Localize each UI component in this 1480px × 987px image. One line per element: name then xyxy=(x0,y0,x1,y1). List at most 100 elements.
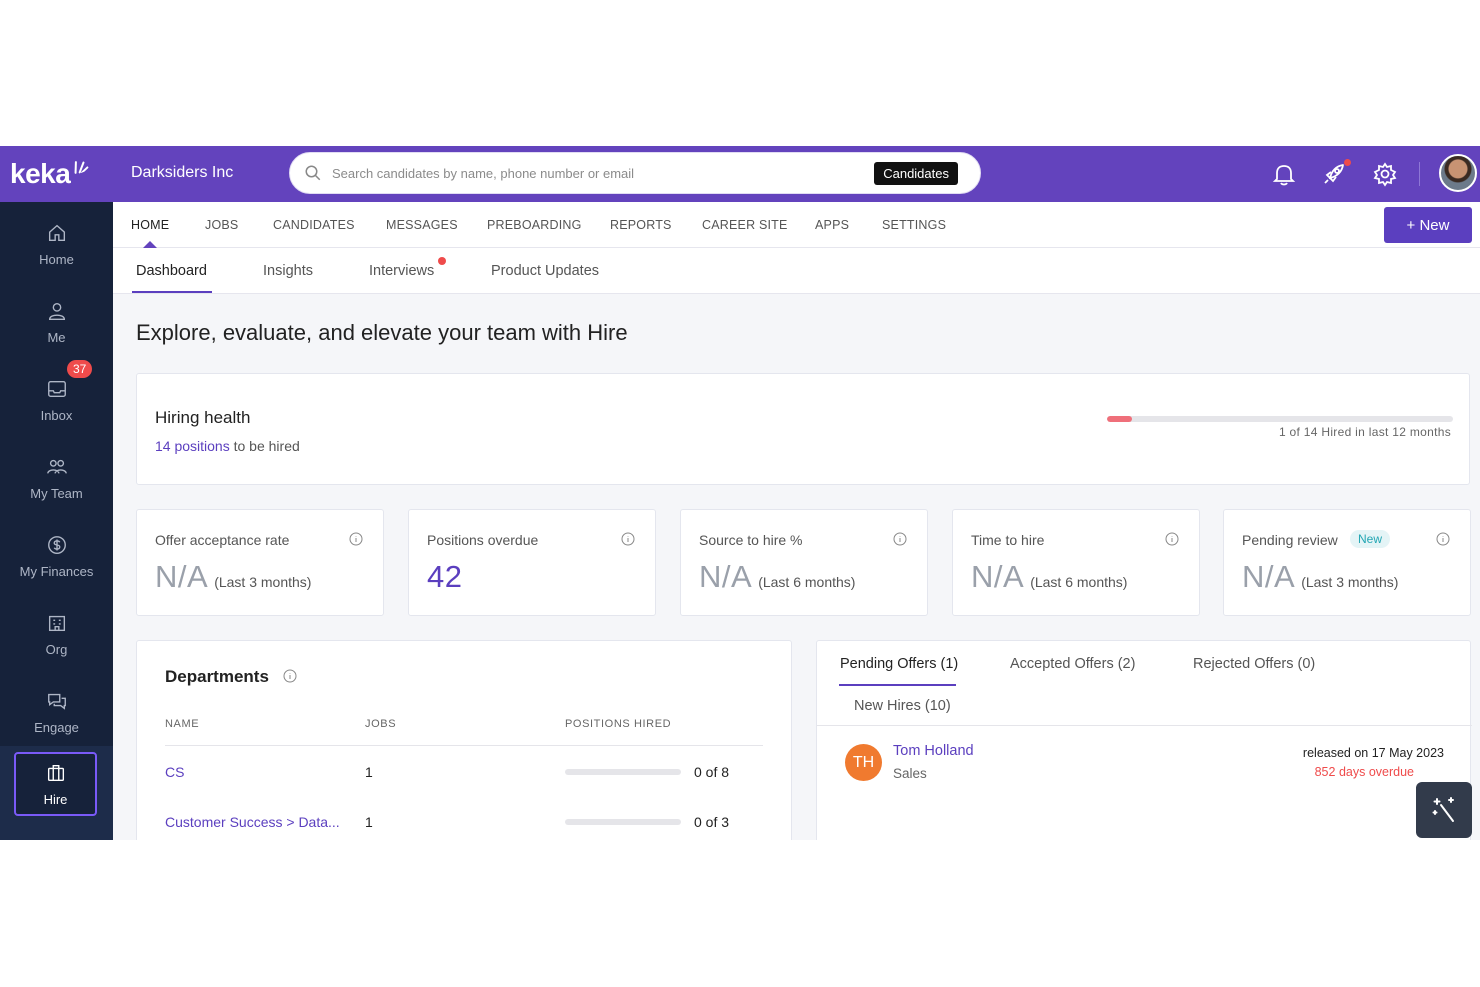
search-scope-button[interactable]: Candidates xyxy=(874,162,958,185)
positions-suffix: to be hired xyxy=(233,438,300,454)
sidebar-item-my-team[interactable]: My Team xyxy=(0,442,113,514)
sidebar-item-label: Home xyxy=(39,251,74,267)
tab-rejected-offers[interactable]: Rejected Offers (0) xyxy=(1193,656,1315,672)
search-box[interactable]: Candidates xyxy=(289,152,981,194)
offers-divider xyxy=(817,725,1472,726)
gear-icon[interactable] xyxy=(1371,160,1399,188)
interviews-notification-dot xyxy=(438,257,446,265)
tab-new-hires[interactable]: New Hires (10) xyxy=(854,698,951,714)
user-avatar[interactable] xyxy=(1439,154,1477,192)
org-name[interactable]: Darksiders Inc xyxy=(131,164,233,182)
tab-accepted-offers[interactable]: Accepted Offers (2) xyxy=(1010,656,1135,672)
nav-settings[interactable]: SETTINGS xyxy=(882,218,946,232)
sidebar-item-home[interactable]: Home xyxy=(0,208,113,280)
sidebar-item-label: Me xyxy=(47,329,66,345)
nav-apps[interactable]: APPS xyxy=(815,218,849,232)
sidebar-item-label: My Finances xyxy=(19,563,94,579)
metric-label: Time to hire xyxy=(971,532,1045,548)
nav-preboarding[interactable]: PREBOARDING xyxy=(487,218,582,232)
tab-dashboard[interactable]: Dashboard xyxy=(136,263,207,279)
positions-progress-bar xyxy=(565,819,681,825)
department-name-link[interactable]: Customer Success > Data... xyxy=(165,814,340,830)
active-offer-tab-underline xyxy=(839,684,956,686)
offer-release-date: released on 17 May 2023 xyxy=(1302,746,1444,760)
page-title: Explore, evaluate, and elevate your team… xyxy=(136,320,628,345)
metric-card-time-to-hire[interactable]: Time to hire N/A (Last 6 months) xyxy=(952,509,1200,616)
metric-value: N/A (Last 6 months) xyxy=(699,559,855,595)
dollar-icon xyxy=(47,535,66,554)
nav-home[interactable]: HOME xyxy=(131,218,169,232)
search-input[interactable] xyxy=(332,165,852,181)
metric-label: Source to hire % xyxy=(699,532,803,548)
hiring-progress-fill xyxy=(1107,416,1132,422)
hiring-health-title: Hiring health xyxy=(155,408,251,427)
notification-dot xyxy=(1343,158,1352,167)
info-icon[interactable] xyxy=(1436,532,1450,546)
top-bar: Darksiders Inc Candidates xyxy=(113,146,1480,202)
tab-insights[interactable]: Insights xyxy=(263,263,313,279)
tab-product-updates[interactable]: Product Updates xyxy=(491,263,599,279)
briefcase-icon xyxy=(47,764,64,781)
new-badge: New xyxy=(1350,530,1391,548)
tab-interviews[interactable]: Interviews xyxy=(369,263,434,279)
metric-card-offer-acceptance[interactable]: Offer acceptance rate N/A (Last 3 months) xyxy=(136,509,384,616)
metric-number: N/A xyxy=(699,559,753,594)
sidebar-item-engage[interactable]: Engage xyxy=(0,676,113,748)
sidebar-item-label: Inbox xyxy=(40,407,73,423)
departments-title: Departments xyxy=(165,667,269,686)
info-icon[interactable] xyxy=(621,532,635,546)
sidebar-item-label: Hire xyxy=(43,791,68,807)
sidebar-item-org[interactable]: Org xyxy=(0,598,113,670)
metric-number: N/A xyxy=(1242,559,1296,594)
inbox-badge: 37 xyxy=(67,360,93,378)
metric-period: (Last 6 months) xyxy=(1030,574,1128,590)
positions-link[interactable]: 14 positions xyxy=(155,438,230,454)
positions-progress-bar xyxy=(565,769,681,775)
metric-value: 42 xyxy=(427,559,462,595)
keka-logo[interactable]: keka xyxy=(0,146,113,202)
positions-hired-value: 0 of 8 xyxy=(694,764,730,780)
ai-assistant-button[interactable] xyxy=(1416,782,1472,838)
metric-card-source-to-hire[interactable]: Source to hire % N/A (Last 6 months) xyxy=(680,509,928,616)
info-icon[interactable] xyxy=(1165,532,1179,546)
offers-card: Pending Offers (1) Accepted Offers (2) R… xyxy=(816,640,1472,840)
metric-card-positions-overdue[interactable]: Positions overdue 42 xyxy=(408,509,656,616)
home-icon xyxy=(48,224,65,241)
sidebar-item-label: My Team xyxy=(30,485,83,501)
nav-career-site[interactable]: CAREER SITE xyxy=(702,218,788,232)
metric-label: Offer acceptance rate xyxy=(155,532,290,548)
column-header-positions-hired: POSITIONS HIRED xyxy=(565,718,672,730)
new-button[interactable]: + New xyxy=(1384,207,1472,243)
department-jobs: 1 xyxy=(365,814,373,830)
department-name-link[interactable]: CS xyxy=(165,764,184,780)
bell-icon[interactable] xyxy=(1270,160,1298,188)
sidebar-item-inbox[interactable]: 37 Inbox xyxy=(0,360,113,436)
nav-reports[interactable]: REPORTS xyxy=(610,218,672,232)
metric-number: N/A xyxy=(971,559,1025,594)
metric-value: N/A (Last 3 months) xyxy=(155,559,311,595)
sub-tabs: Dashboard Insights Interviews Product Up… xyxy=(113,248,1480,294)
inbox-icon xyxy=(47,380,66,397)
tab-pending-offers[interactable]: Pending Offers (1) xyxy=(840,656,958,672)
nav-jobs[interactable]: JOBS xyxy=(205,218,238,232)
metric-card-pending-review[interactable]: Pending review New N/A (Last 3 months) xyxy=(1223,509,1471,616)
info-icon[interactable] xyxy=(283,669,297,683)
info-icon[interactable] xyxy=(349,532,363,546)
sidebar-item-label: Org xyxy=(45,641,68,657)
department-jobs: 1 xyxy=(365,764,373,780)
search-icon xyxy=(305,165,321,181)
metric-number: 42 xyxy=(427,559,463,594)
nav-candidates[interactable]: CANDIDATES xyxy=(273,218,355,232)
info-icon[interactable] xyxy=(893,532,907,546)
candidate-name-link[interactable]: Tom Holland xyxy=(893,743,974,759)
sidebar-item-hire[interactable]: Hire xyxy=(14,752,97,816)
hiring-progress-label: 1 of 14 Hired in last 12 months xyxy=(1278,425,1451,439)
offer-overdue-status: 852 days overdue xyxy=(1314,765,1414,779)
sidebar-item-my-finances[interactable]: My Finances xyxy=(0,520,113,592)
magic-wand-icon xyxy=(1432,797,1454,822)
positions-hired-value: 0 of 3 xyxy=(694,814,730,830)
metric-period: (Last 3 months) xyxy=(214,574,312,590)
hiring-health-subtitle: 14 positions to be hired xyxy=(155,438,300,454)
nav-messages[interactable]: MESSAGES xyxy=(386,218,458,232)
sidebar-item-me[interactable]: Me xyxy=(0,286,113,358)
